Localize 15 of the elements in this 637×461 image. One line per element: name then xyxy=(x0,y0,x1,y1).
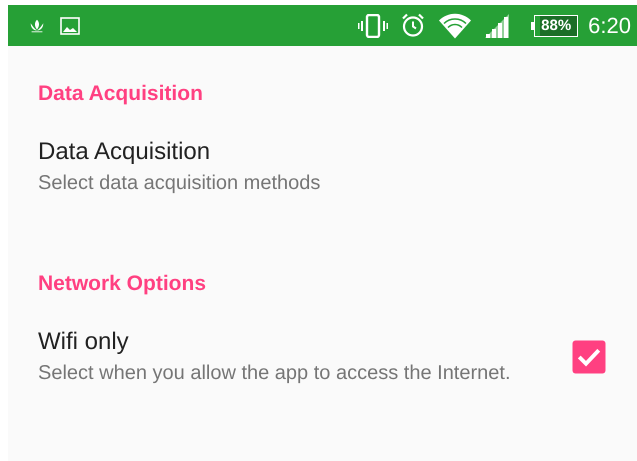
alarm-icon xyxy=(401,13,426,38)
checkbox[interactable] xyxy=(571,339,607,375)
wifi-icon xyxy=(439,12,472,39)
signal-icon xyxy=(485,14,510,38)
image-icon xyxy=(60,16,80,34)
vibrate-icon xyxy=(357,14,390,38)
clock-time: 6:20 xyxy=(588,12,631,38)
preference-summary: Select data acquisition methods xyxy=(38,171,322,196)
preference-title[interactable]: Wifi only xyxy=(38,326,551,358)
preference-summary: Select when you allow the app to access the Internet. xyxy=(38,361,512,386)
category-header: Network Options xyxy=(38,271,208,297)
lotus-icon xyxy=(28,18,46,34)
battery-indicator: 88% xyxy=(534,14,578,36)
preference-title[interactable]: Data Acquisition xyxy=(38,136,607,168)
category-header: Data Acquisition xyxy=(38,81,204,107)
